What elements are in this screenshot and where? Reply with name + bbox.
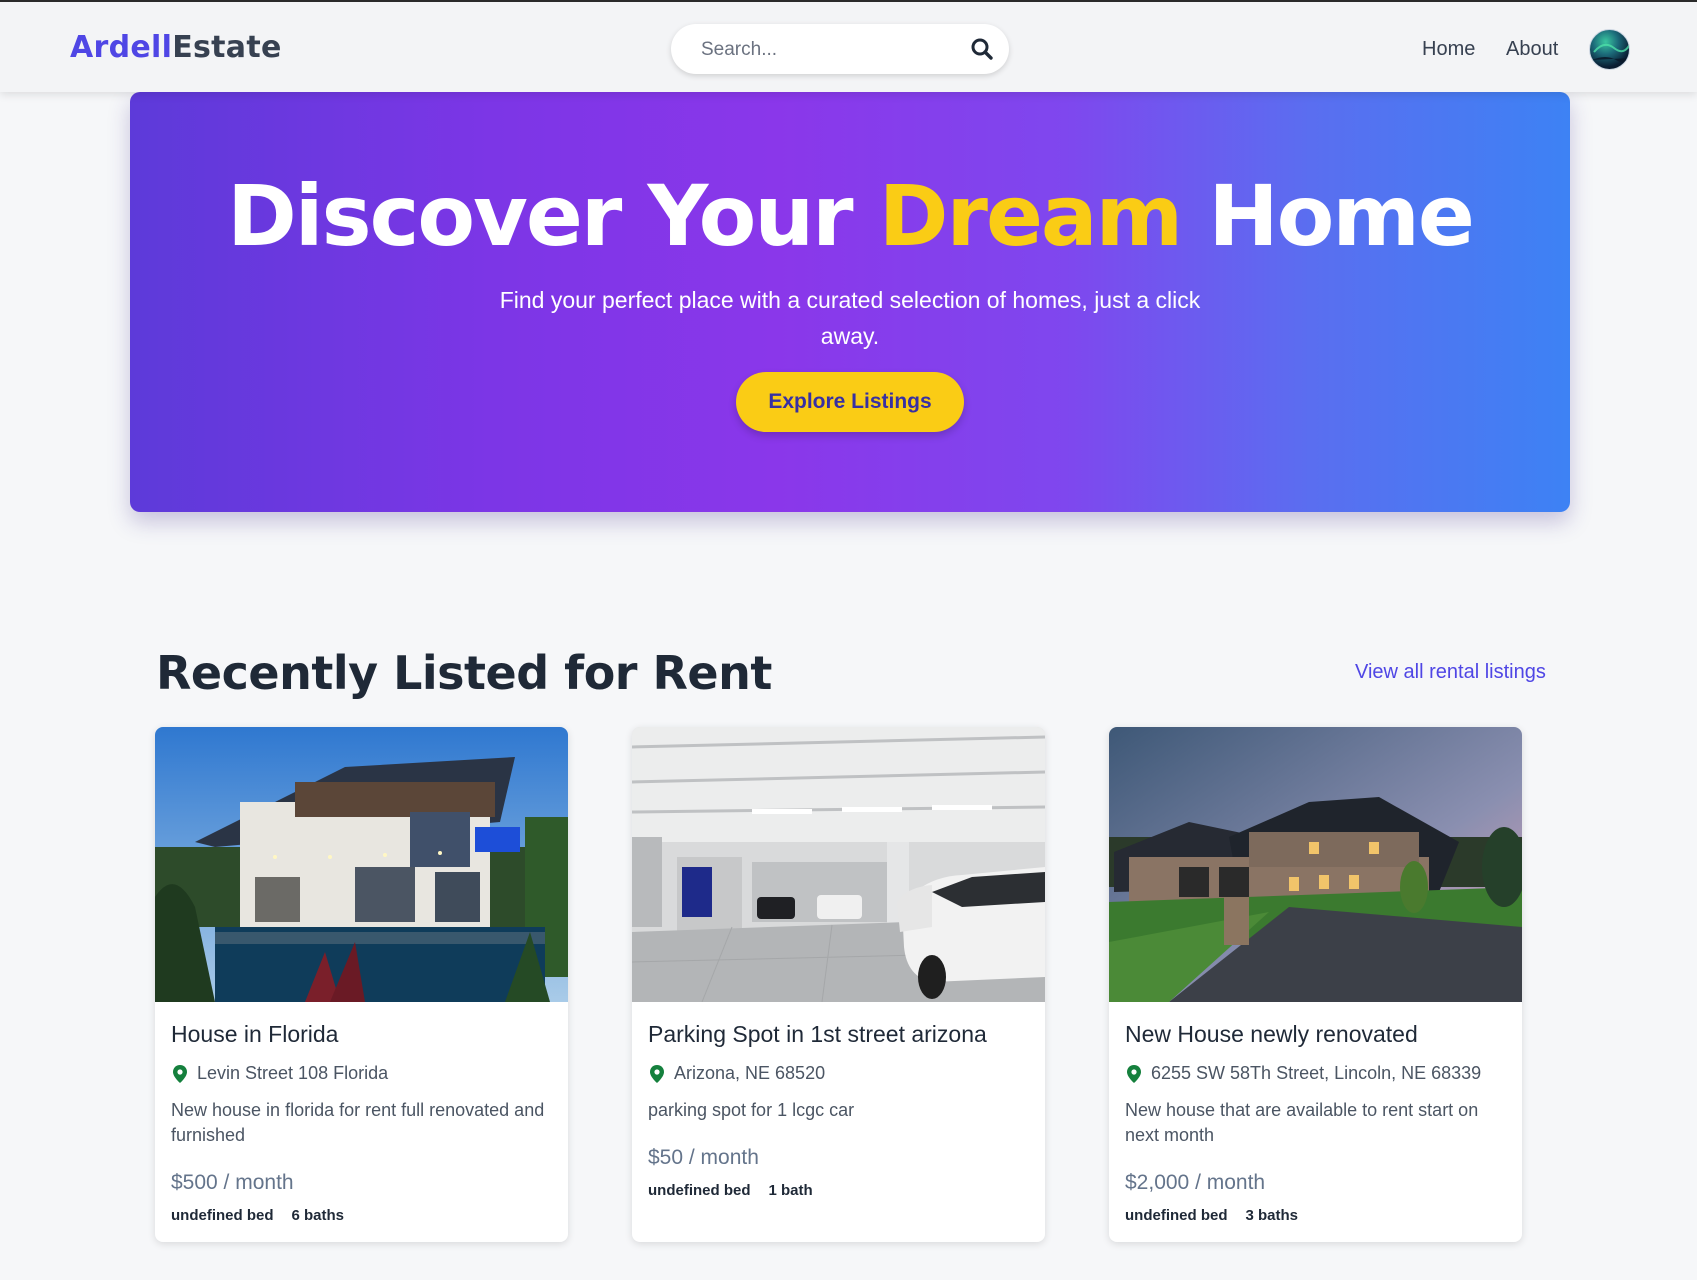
nav-link-home[interactable]: Home — [1422, 38, 1475, 61]
top-navbar: ArdellEstate Home About — [0, 0, 1697, 92]
listing-beds: undefined bed — [648, 1182, 751, 1199]
logo-text-ardell: Ardell — [70, 30, 173, 65]
hero-title-highlight: Dream — [878, 167, 1183, 265]
listing-location: Levin Street 108 Florida — [171, 1063, 388, 1084]
listing-description: New house in florida for rent full renov… — [171, 1100, 545, 1145]
listing-description: parking spot for 1 lcgc car — [648, 1100, 855, 1120]
listing-location: 6255 SW 58Th Street, Lincoln, NE 68339 — [1125, 1063, 1481, 1084]
search-icon[interactable] — [969, 36, 995, 62]
listing-card[interactable]: House in Florida Levin Street 108 Florid… — [155, 727, 568, 1242]
listing-price: $50 / month — [648, 1146, 759, 1169]
search-input[interactable] — [699, 36, 943, 64]
listing-title[interactable]: House in Florida — [171, 1021, 338, 1048]
listing-features: undefined bed 3 baths — [1125, 1207, 1316, 1224]
listing-image-house-florida[interactable] — [155, 727, 568, 1002]
listing-baths: 6 baths — [291, 1207, 345, 1224]
listing-baths: 3 baths — [1245, 1207, 1299, 1224]
user-avatar[interactable] — [1589, 29, 1630, 70]
listing-features: undefined bed 1 bath — [648, 1182, 831, 1199]
logo-text-estate: Estate — [172, 30, 282, 65]
section-title-rent: Recently Listed for Rent — [156, 646, 772, 700]
view-all-rentals-link[interactable]: View all rental listings — [1355, 661, 1546, 684]
listing-price: $2,000 / month — [1125, 1171, 1266, 1194]
site-logo[interactable]: ArdellEstate — [70, 30, 282, 65]
hero-subtitle: Find your perfect place with a curated s… — [499, 287, 1201, 349]
listing-card[interactable]: Parking Spot in 1st street arizona Arizo… — [632, 727, 1045, 1242]
listing-beds: undefined bed — [1125, 1207, 1228, 1224]
listing-image-renovated-house[interactable] — [1109, 727, 1522, 1002]
listing-beds: undefined bed — [171, 1207, 274, 1224]
listing-description: New house that are available to rent sta… — [1125, 1100, 1479, 1145]
nav-link-about[interactable]: About — [1506, 38, 1558, 61]
listing-location-text: Arizona, NE 68520 — [674, 1063, 826, 1083]
listing-features: undefined bed 6 baths — [171, 1207, 362, 1224]
listing-location-text: 6255 SW 58Th Street, Lincoln, NE 68339 — [1151, 1063, 1482, 1083]
listing-location-text: Levin Street 108 Florida — [197, 1063, 389, 1083]
hero-banner: Discover Your Dream Home Find your perfe… — [130, 92, 1570, 512]
listing-price: $500 / month — [171, 1171, 294, 1194]
listing-location: Arizona, NE 68520 — [648, 1063, 825, 1084]
listing-title[interactable]: Parking Spot in 1st street arizona — [648, 1021, 987, 1048]
map-pin-icon — [173, 1064, 187, 1083]
map-pin-icon — [650, 1064, 664, 1083]
listing-image-parking-spot[interactable] — [632, 727, 1045, 1002]
explore-listings-button[interactable]: Explore Listings — [736, 372, 964, 432]
hero-title: Discover Your Dream Home — [227, 167, 1475, 265]
listing-baths: 1 bath — [768, 1182, 813, 1199]
listing-card[interactable]: New House newly renovated 6255 SW 58Th S… — [1109, 727, 1522, 1242]
listing-title[interactable]: New House newly renovated — [1125, 1021, 1418, 1048]
search-box — [671, 24, 1009, 74]
map-pin-icon — [1127, 1064, 1141, 1083]
